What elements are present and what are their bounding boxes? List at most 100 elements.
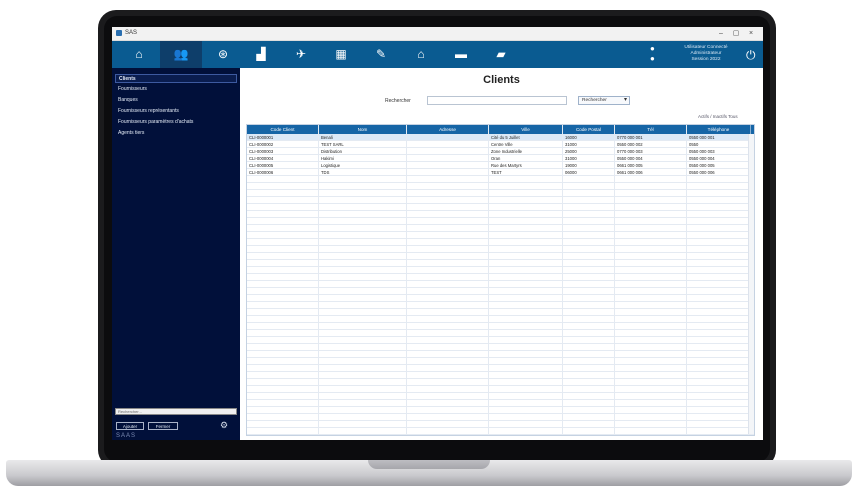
empty-row	[247, 281, 754, 288]
empty-row	[247, 428, 754, 435]
bank-icon: ⌂	[417, 47, 425, 61]
table-cell	[407, 141, 489, 148]
rocket-icon: ✈	[295, 47, 307, 61]
sidebar-item-parametres[interactable]: Fournisseurs paramètres d'achats	[115, 118, 237, 127]
table-row[interactable]: CLI-0000003 Distribution Zone Industrielle…	[247, 148, 754, 155]
sidebar-item-agents[interactable]: Agents tiers	[115, 129, 237, 138]
empty-row	[247, 183, 754, 190]
table-cell: 16000	[563, 134, 615, 141]
table-cell: 0661 000 006	[615, 169, 687, 176]
sidebar-item-representants[interactable]: Fournisseurs représentants	[115, 107, 237, 116]
search-label: Rechercher	[385, 98, 411, 104]
filter-select-value: Rechercher	[582, 98, 607, 103]
table-row[interactable]: CLI-0000006 TDS TEST 06000 0661 000 006 0550 …	[247, 169, 754, 176]
card-icon: ▬	[455, 47, 467, 61]
toolbar-card-button[interactable]: ▬	[440, 41, 482, 68]
pen-icon: ✎	[375, 47, 387, 61]
empty-row	[247, 176, 754, 183]
table-cell: CLI-0000003	[247, 148, 319, 155]
table-cell: Distribution	[319, 148, 407, 155]
table-cell: 0550 000 002	[615, 141, 687, 148]
column-header[interactable]: Adresse	[407, 125, 489, 134]
empty-row	[247, 330, 754, 337]
table-row[interactable]: CLI-0000004 Hakimi Oran 31000 0550 000 004 05…	[247, 155, 754, 162]
window-title: SAS	[125, 30, 138, 36]
empty-row	[247, 421, 754, 428]
empty-row	[247, 400, 754, 407]
close-button[interactable]: ×	[746, 29, 756, 38]
table-header: Code Client Nom Adresse Ville Code Posta…	[247, 125, 754, 134]
empty-row	[247, 218, 754, 225]
toolbar-chart-button[interactable]: ▟	[240, 41, 282, 68]
toolbar-calendar-button[interactable]: ▦	[320, 41, 362, 68]
toolbar-gear-button[interactable]: ⊛	[202, 41, 244, 68]
table-cell: TEST	[489, 169, 563, 176]
column-header[interactable]: Téléphone	[687, 125, 751, 134]
user-line-3: Session 2022	[691, 57, 721, 62]
maximize-button[interactable]: ▢	[731, 29, 741, 38]
table-cell: 0550 000 005	[687, 162, 751, 169]
sidebar-search-input[interactable]: Rechercher...	[115, 408, 237, 415]
empty-row	[247, 302, 754, 309]
column-header[interactable]: Tél	[615, 125, 687, 134]
sidebar-add-button[interactable]: Ajouter	[116, 422, 144, 430]
table-cell: 0550 000 006	[687, 169, 751, 176]
table-cell: Hakimi	[319, 155, 407, 162]
table-cell: 0550 000 004	[615, 155, 687, 162]
empty-row	[247, 211, 754, 218]
settings-icon[interactable]: ⚙	[220, 420, 228, 431]
minimize-button[interactable]: –	[716, 29, 726, 38]
sidebar-item-banques[interactable]: Banques	[115, 96, 237, 105]
empty-row	[247, 246, 754, 253]
empty-row	[247, 253, 754, 260]
column-header[interactable]: Code Client	[247, 125, 319, 134]
active-filter-link[interactable]: Actifs / Inactifs Tous	[698, 114, 738, 119]
users-icon: 👥	[173, 47, 189, 61]
column-header[interactable]: Code Postal	[563, 125, 615, 134]
toolbar-bank-button[interactable]: ⌂	[400, 41, 442, 68]
chart-icon: ▟	[256, 47, 266, 61]
toolbar-pen-button[interactable]: ✎	[360, 41, 402, 68]
sidebar-close-button[interactable]: Fermer	[148, 422, 178, 430]
table-cell: Logistique	[319, 162, 407, 169]
empty-row	[247, 323, 754, 330]
empty-row	[247, 344, 754, 351]
table-cell: Cité du 5 Juillet	[489, 134, 563, 141]
column-header[interactable]: Ville	[489, 125, 563, 134]
table-row[interactable]: CLI-0000001 Benali Cité du 5 Juillet 16000 0…	[247, 134, 754, 141]
filter-select[interactable]: Rechercher ▾	[578, 96, 630, 105]
table-cell	[407, 155, 489, 162]
table-row[interactable]: CLI-0000005 Logistique Rue des Martyrs 1900…	[247, 162, 754, 169]
table-cell: CLI-0000004	[247, 155, 319, 162]
table-cell: CLI-0000005	[247, 162, 319, 169]
empty-row	[247, 407, 754, 414]
table-row[interactable]: CLI-0000002 TEST SARL Centre Ville 31000 055…	[247, 141, 754, 148]
toolbar-rocket-button[interactable]: ✈	[280, 41, 322, 68]
toolbar-users-button[interactable]: 👥	[160, 41, 202, 68]
logout-icon[interactable]: ⏻	[746, 48, 756, 63]
calendar-icon: ▦	[335, 47, 347, 61]
table-scrollbar[interactable]	[748, 134, 754, 434]
sidebar-item-fournisseurs[interactable]: Fournisseurs	[115, 85, 237, 94]
column-header[interactable]: Nom	[319, 125, 407, 134]
search-input[interactable]	[427, 96, 567, 105]
empty-row	[247, 232, 754, 239]
empty-row	[247, 379, 754, 386]
table-cell: 0770 000 001	[615, 134, 687, 141]
sidebar-item-clients[interactable]: Clients	[115, 74, 237, 83]
table-cell: TDS	[319, 169, 407, 176]
toolbar-folder-button[interactable]: ▰	[480, 41, 522, 68]
user-info: Utilisateur Connecté Administrateur Sess…	[670, 45, 742, 63]
user-icon[interactable]: ● ●	[650, 44, 662, 64]
table-cell: Rue des Martyrs	[489, 162, 563, 169]
empty-row	[247, 316, 754, 323]
table-cell: 31000	[563, 141, 615, 148]
empty-row	[247, 267, 754, 274]
empty-row	[247, 288, 754, 295]
empty-row	[247, 337, 754, 344]
app-icon	[116, 30, 122, 36]
empty-row	[247, 358, 754, 365]
toolbar-home-button[interactable]: ⌂	[118, 41, 160, 68]
empty-row	[247, 260, 754, 267]
main-content: Clients Rechercher Rechercher ▾ Actifs /…	[240, 68, 763, 440]
